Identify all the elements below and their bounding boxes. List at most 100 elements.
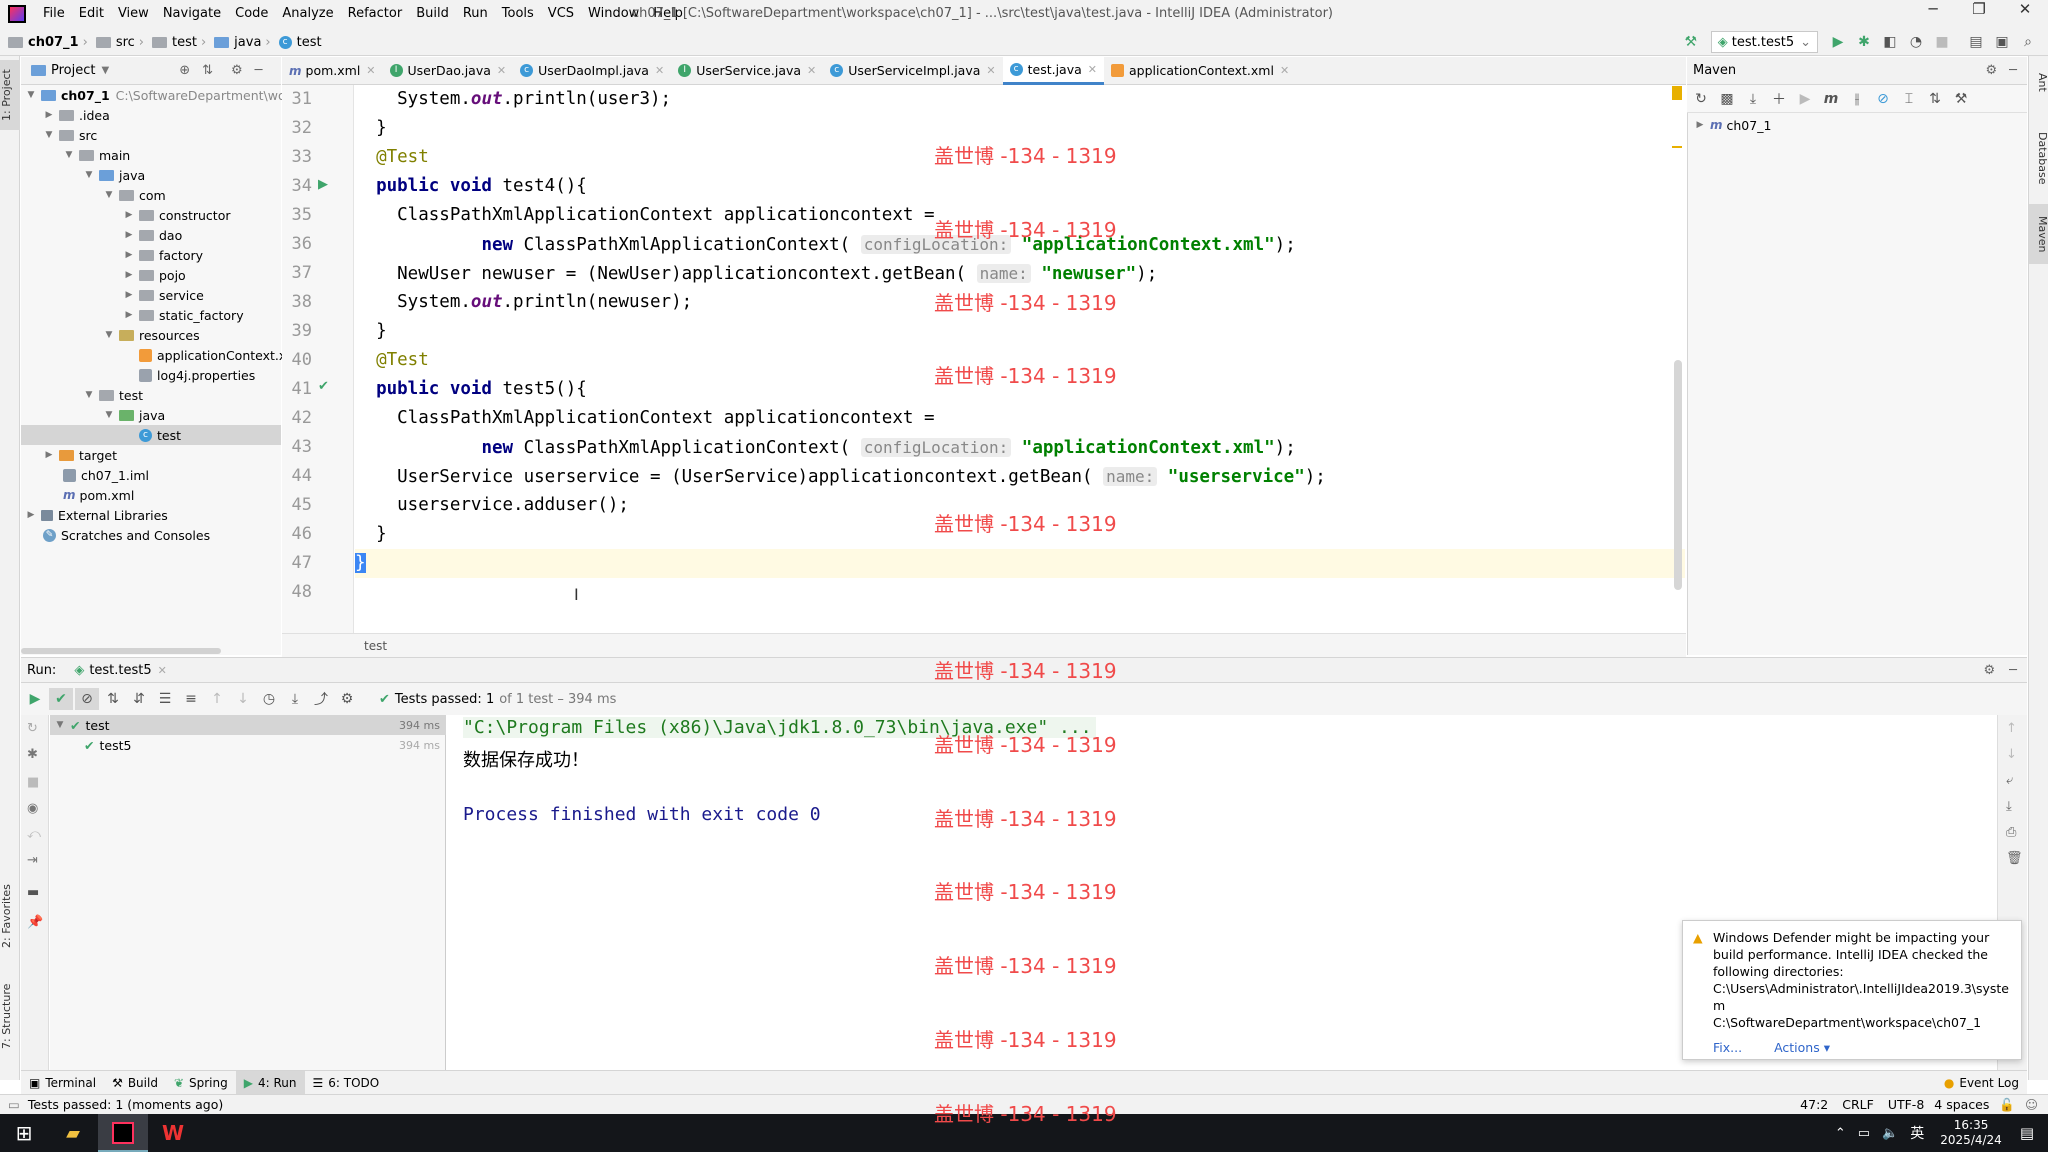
tree-node-src[interactable]: ▼ src — [43, 125, 98, 145]
pin-icon[interactable]: ↻ — [27, 721, 38, 736]
debug-icon[interactable]: ✱ — [27, 747, 38, 762]
close-tab-icon[interactable]: ✕ — [655, 64, 664, 77]
lock-icon[interactable]: 🔓 — [1999, 1097, 2015, 1113]
notification-center-icon[interactable]: ▤ — [2020, 1124, 2034, 1142]
breadcrumb-item[interactable]: c test — [278, 35, 322, 50]
previous-failed-icon[interactable]: ↑ — [205, 688, 229, 710]
export-icon[interactable]: ⤴ — [309, 688, 333, 710]
horizontal-scrollbar[interactable] — [21, 648, 221, 654]
run-maven-icon[interactable]: ▶ — [1793, 88, 1817, 110]
restore-layout-icon[interactable]: ⤺ — [27, 827, 41, 842]
status-bar-toggle-icon[interactable]: ▭ — [8, 1097, 20, 1112]
tree-node-target[interactable]: ▶ target — [43, 445, 117, 465]
tree-node-dao[interactable]: ▶ dao — [123, 225, 183, 245]
network-icon[interactable]: ▭ — [1858, 1126, 1870, 1141]
tree-node-applicationcontext-xml[interactable]: applicationContext.xml — [123, 345, 302, 365]
file-encoding[interactable]: UTF-8 — [1888, 1097, 1924, 1112]
close-tab-icon[interactable]: ✕ — [158, 664, 167, 677]
stop-icon[interactable]: ■ — [1930, 31, 1954, 53]
close-tab-icon[interactable]: ✕ — [1280, 64, 1289, 77]
hide-icon[interactable]: ─ — [2009, 63, 2017, 78]
warning-stripe[interactable] — [1672, 86, 1682, 100]
run-icon[interactable]: ▶ — [1826, 31, 1850, 53]
menu-view[interactable]: View — [111, 0, 156, 28]
tree-node-constructor[interactable]: ▶ constructor — [123, 205, 231, 225]
run-test-passed-icon[interactable]: ✔ — [318, 379, 329, 394]
vertical-scrollbar[interactable] — [1674, 360, 1682, 590]
print-icon[interactable]: ⎙ — [2006, 825, 2016, 840]
tree-node-log4j-properties[interactable]: log4j.properties — [123, 365, 255, 385]
download-icon[interactable]: ⤓ — [1741, 88, 1765, 110]
menu-file[interactable]: File — [36, 0, 72, 28]
tab-userdaoimpl-java[interactable]: c UserDaoImpl.java ✕ — [513, 57, 671, 85]
close-tab-icon[interactable]: ✕ — [986, 64, 995, 77]
tree-node-resources[interactable]: ▼ resources — [103, 325, 200, 345]
tree-node-service[interactable]: ▶ service — [123, 285, 204, 305]
actions-link[interactable]: Actions ▾ — [1774, 1040, 1830, 1055]
coverage-icon[interactable]: ◧ — [1878, 31, 1902, 53]
tree-node-test[interactable]: ▼ test — [83, 385, 143, 405]
show-passed-icon[interactable]: ✔ — [49, 688, 73, 710]
file-explorer-icon[interactable]: ▰ — [48, 1123, 98, 1144]
test-node-test[interactable]: ▼ ✔ test 394 ms — [50, 715, 446, 735]
presentation-icon[interactable]: ▣ — [1990, 31, 2014, 53]
profile-icon[interactable]: ◔ — [1904, 31, 1928, 53]
maximize-icon[interactable]: ❐ — [1956, 0, 2002, 18]
next-failed-icon[interactable]: ↓ — [231, 688, 255, 710]
favorites-tool-tab[interactable]: 2: Favorites — [0, 876, 20, 956]
ime-indicator[interactable]: 英 — [1910, 1123, 1924, 1143]
generate-sources-icon[interactable]: ▩ — [1715, 88, 1739, 110]
editor-breadcrumb[interactable]: test — [282, 633, 1686, 657]
import-tests-icon[interactable]: ⤓ — [283, 688, 307, 710]
wps-taskbar-icon[interactable]: W — [148, 1121, 198, 1145]
tree-node-external-libraries[interactable]: ▶ External Libraries — [25, 505, 168, 525]
close-tab-icon[interactable]: ✕ — [497, 64, 506, 77]
history-icon[interactable]: ◷ — [257, 688, 281, 710]
tab-applicationcontext-xml[interactable]: applicationContext.xml ✕ — [1104, 57, 1296, 85]
menu-vcs[interactable]: VCS — [541, 0, 581, 28]
tree-node-static-factory[interactable]: ▶ static_factory — [123, 305, 244, 325]
skip-tests-icon[interactable]: ⊘ — [1871, 88, 1895, 110]
sort-alpha-icon[interactable]: ⇅ — [101, 688, 125, 710]
breadcrumb-item[interactable]: test › — [152, 35, 210, 50]
up-arrow-icon[interactable]: ↑ — [2006, 721, 2017, 736]
expand-all-icon[interactable]: ☰ — [153, 688, 177, 710]
line-separator[interactable]: CRLF — [1842, 1097, 1874, 1112]
structure-tool-tab[interactable]: 7: Structure — [0, 976, 20, 1056]
tree-node-scratches[interactable]: ✎ Scratches and Consoles — [43, 525, 210, 545]
login-icon[interactable]: ⇥ — [27, 853, 38, 868]
tree-node-com[interactable]: ▼ com — [103, 185, 166, 205]
run-test-icon[interactable]: ▶ — [318, 177, 328, 192]
tree-node-java[interactable]: ▼ java — [83, 165, 146, 185]
project-structure-icon[interactable]: ▤ — [1964, 31, 1988, 53]
add-icon[interactable]: ＋ — [1767, 88, 1791, 110]
minimize-icon[interactable]: ─ — [1910, 0, 1956, 18]
tree-node-iml[interactable]: ch07_1.iml — [63, 465, 149, 485]
breadcrumb-item[interactable]: java › — [214, 35, 274, 50]
tree-node-factory[interactable]: ▶ factory — [123, 245, 204, 265]
build-tab[interactable]: ⚒ Build — [104, 1071, 166, 1095]
database-tool-tab[interactable]: Database — [2029, 118, 2048, 198]
menu-edit[interactable]: Edit — [72, 0, 111, 28]
menu-navigate[interactable]: Navigate — [156, 0, 228, 28]
wrench-icon[interactable]: ⚒ — [1949, 88, 1973, 110]
test-node-test5[interactable]: ✔ test5 394 ms — [50, 735, 446, 755]
status-message[interactable]: Tests passed: 1 (moments ago) — [28, 1097, 223, 1112]
execute-goal-icon[interactable]: m — [1819, 88, 1843, 110]
hide-icon[interactable]: ─ — [2009, 663, 2017, 678]
tree-node-pom-xml[interactable]: m pom.xml — [63, 485, 134, 505]
project-tool-tab[interactable]: 1: Project — [0, 60, 20, 130]
tree-node-pojo[interactable]: ▶ pojo — [123, 265, 186, 285]
menu-build[interactable]: Build — [409, 0, 456, 28]
tree-node-test-java[interactable]: ▼ java — [103, 405, 166, 425]
close-tab-icon[interactable]: ✕ — [1088, 63, 1097, 76]
show-dependencies-icon[interactable]: ⌶ — [1897, 88, 1921, 110]
breadcrumb-item[interactable]: ch07_1 › — [8, 35, 92, 50]
tab-userservice-java[interactable]: I UserService.java ✕ — [671, 57, 823, 85]
windows-start-icon[interactable]: ⊞ — [0, 1121, 48, 1145]
close-tab-icon[interactable]: ✕ — [366, 64, 375, 77]
tray-chevron-icon[interactable]: ⌃ — [1835, 1126, 1846, 1141]
search-icon[interactable]: ⌕ — [2016, 31, 2040, 53]
gear-icon[interactable]: ⚙ — [231, 63, 243, 78]
breadcrumb-item[interactable]: src › — [95, 35, 148, 50]
